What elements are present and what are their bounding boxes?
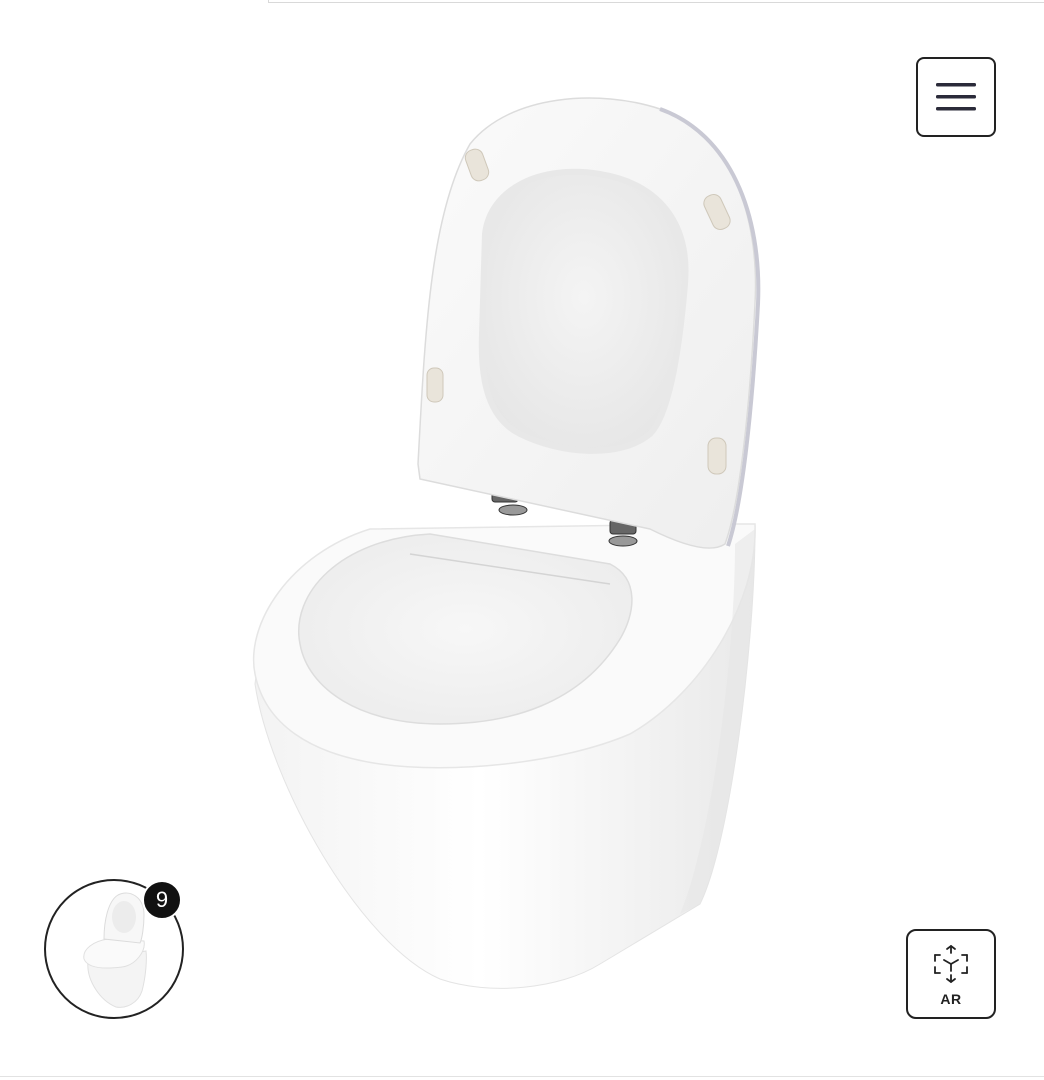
top-bar (268, 0, 1044, 3)
menu-button[interactable] (916, 57, 996, 137)
ar-cube-icon (934, 944, 968, 984)
product-3d-viewer[interactable]: 9 AR (0, 4, 1044, 1074)
image-count-badge: 9 (142, 880, 182, 920)
bottom-divider (0, 1076, 1044, 1077)
product-image (252, 97, 761, 989)
ar-label: AR (940, 991, 962, 1007)
hamburger-icon (936, 83, 976, 111)
ar-view-button[interactable]: AR (906, 929, 996, 1019)
